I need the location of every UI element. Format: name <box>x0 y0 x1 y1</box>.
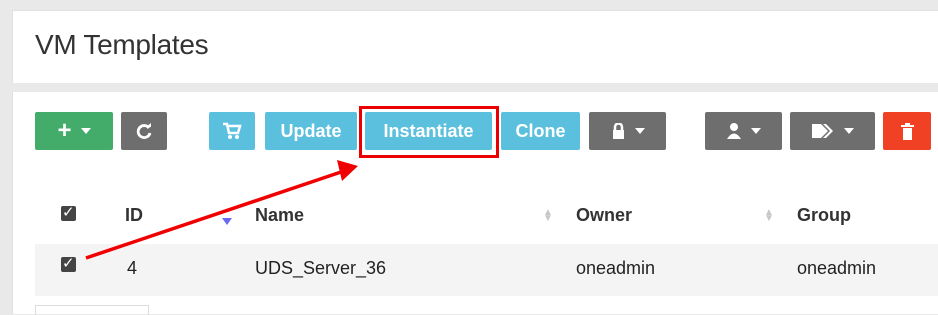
sort-descending-icon <box>222 218 232 225</box>
chevron-down-icon <box>751 128 761 134</box>
sort-icon: ▲ ▼ <box>543 207 553 224</box>
chevron-down-icon <box>844 128 854 134</box>
sort-icon: ▲ ▼ <box>764 207 774 224</box>
user-icon <box>726 123 742 139</box>
marketplace-button[interactable] <box>209 112 255 150</box>
chevron-down-icon <box>634 128 645 134</box>
delete-button[interactable] <box>883 112 931 150</box>
cart-icon <box>222 122 242 140</box>
update-button[interactable]: Update <box>265 112 357 150</box>
refresh-icon <box>135 122 153 140</box>
id-column-header[interactable]: ID <box>125 205 143 226</box>
templates-panel: + Update Instantiate Clone ID Name ▲▼ Ow… <box>12 92 938 315</box>
tag-icon <box>811 122 835 140</box>
name-column-header[interactable]: Name <box>255 205 304 226</box>
row-name: UDS_Server_36 <box>255 258 387 278</box>
instantiate-callout-box <box>359 106 499 158</box>
row-id: 4 <box>127 258 138 278</box>
group-column-header[interactable]: Group <box>797 205 851 226</box>
change-owner-button[interactable] <box>705 112 782 150</box>
chevron-down-icon <box>80 128 91 134</box>
trash-icon <box>900 122 915 140</box>
page-header: VM Templates <box>12 10 938 83</box>
lock-icon <box>611 123 626 139</box>
owner-column-header[interactable]: Owner <box>576 205 632 226</box>
page: { "title": "VM Templates", "toolbar": { … <box>0 0 938 315</box>
refresh-button[interactable] <box>121 112 167 150</box>
create-button[interactable]: + <box>35 112 113 150</box>
row-checkbox[interactable] <box>61 254 76 272</box>
page-title: VM Templates <box>35 29 209 60</box>
clone-button[interactable]: Clone <box>501 112 580 150</box>
lock-button[interactable] <box>589 112 666 150</box>
labels-button[interactable] <box>790 112 875 150</box>
row-group: oneadmin <box>797 258 877 278</box>
select-all-checkbox[interactable] <box>61 203 76 221</box>
plus-icon: + <box>57 117 72 144</box>
row-owner: oneadmin <box>576 258 656 278</box>
